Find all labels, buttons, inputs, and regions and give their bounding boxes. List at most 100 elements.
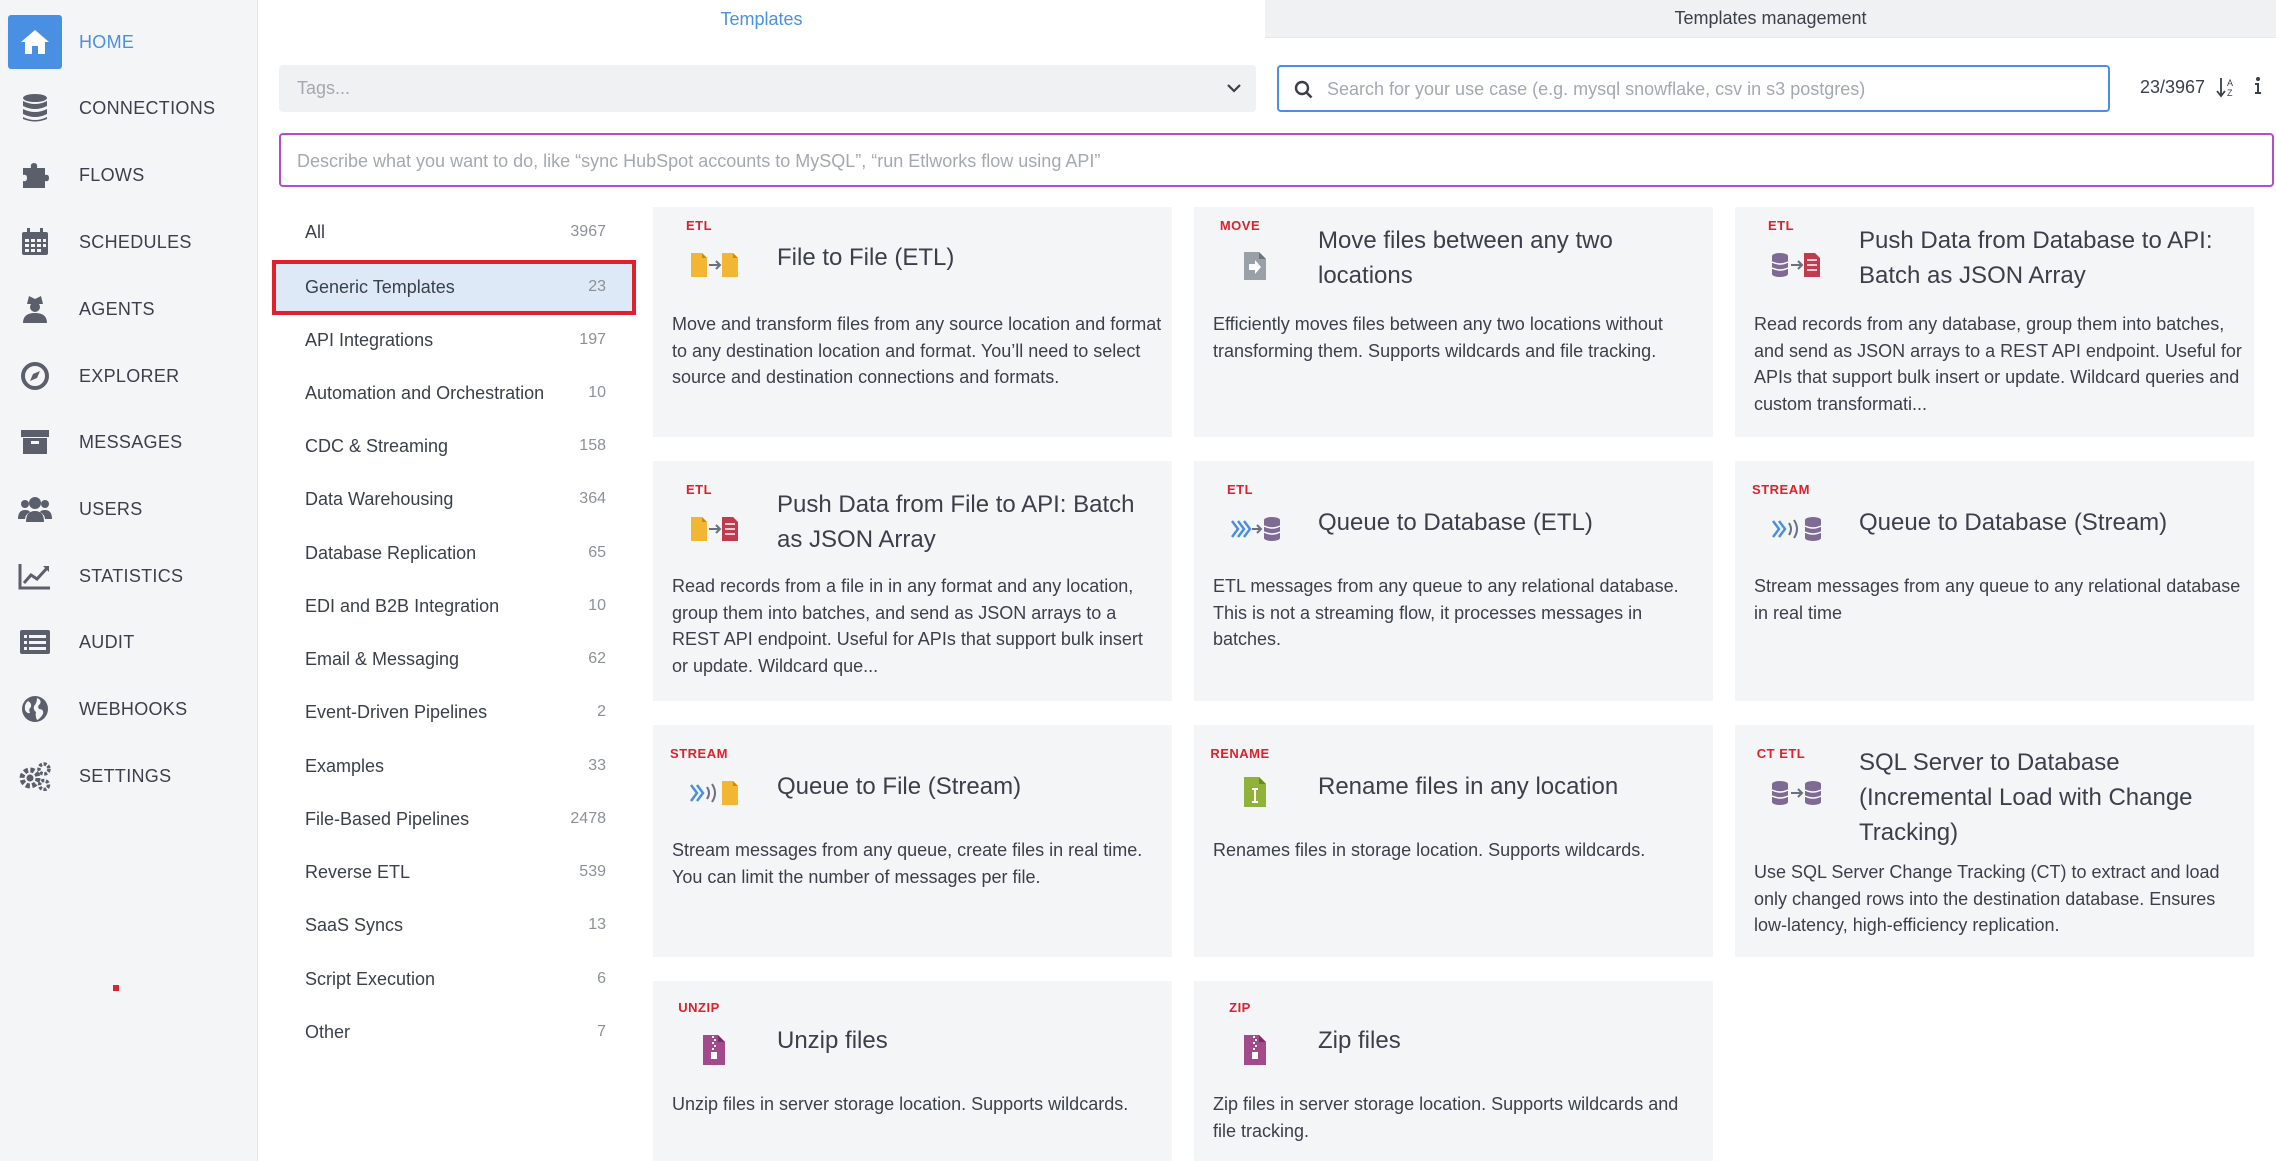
queue-to-file-icon [689, 779, 741, 812]
nav-settings-label: SETTINGS [79, 765, 172, 786]
card-title: Unzip files [777, 1027, 888, 1054]
template-card[interactable]: ETL Queue to Database (ETL) ETL messages… [1194, 461, 1713, 701]
category-label: Script Execution [305, 968, 436, 989]
nav-audit[interactable]: AUDIT [8, 615, 250, 669]
template-card[interactable]: UNZIP Unzip files Unzip files in server … [653, 981, 1172, 1161]
template-card[interactable]: ETL Push Data from File to API: Batch as… [653, 461, 1172, 701]
category-edi-b2b[interactable]: EDI and B2B Integration 10 [274, 579, 636, 633]
nav-home[interactable]: HOME [8, 15, 250, 69]
category-count: 6 [597, 970, 606, 987]
nav-webhooks-label: WEBHOOKS [79, 698, 188, 719]
card-description: Use SQL Server Change Tracking (CT) to e… [1754, 862, 2220, 935]
category-file-based[interactable]: File-Based Pipelines 2478 [274, 792, 636, 846]
category-data-warehousing[interactable]: Data Warehousing 364 [274, 472, 636, 526]
category-api-integrations[interactable]: API Integrations 197 [274, 313, 636, 367]
nav-agents[interactable]: AGENTS [8, 282, 250, 336]
nav-webhooks[interactable]: WEBHOOKS [8, 682, 250, 736]
category-count: 33 [588, 757, 606, 774]
nav-flows-label: FLOWS [79, 164, 145, 185]
card-tag: STREAM [1752, 482, 1810, 497]
category-label: Email & Messaging [305, 648, 460, 669]
nav-statistics[interactable]: STATISTICS [8, 549, 250, 603]
card-title: SQL Server to Database (Incremental Load… [1859, 749, 2193, 846]
card-tag: ETL [685, 482, 713, 497]
card-title: Zip files [1318, 1027, 1401, 1054]
category-label: Database Replication [305, 542, 477, 563]
nav-schedules-label: SCHEDULES [79, 231, 192, 252]
category-reverse-etl[interactable]: Reverse ETL 539 [274, 845, 636, 899]
card-description: Stream messages from any queue, create f… [672, 840, 1143, 887]
nav-connections[interactable]: CONNECTIONS [8, 81, 250, 135]
template-card[interactable]: ETL Push Data from Database to API: Batc… [1735, 207, 2254, 437]
template-card[interactable]: MOVE Move files between any two location… [1194, 207, 1713, 437]
card-tag: UNZIP [678, 1000, 720, 1015]
category-event-driven[interactable]: Event-Driven Pipelines 2 [274, 685, 636, 739]
category-generic-templates[interactable]: Generic Templates 23 [274, 260, 636, 314]
category-label: Event-Driven Pipelines [305, 701, 488, 722]
info-icon[interactable] [2253, 76, 2263, 101]
card-description: Renames files in storage location. Suppo… [1213, 840, 1646, 860]
nav-settings[interactable]: SETTINGS [8, 749, 250, 803]
template-card[interactable]: RENAME Rename files in any location Rena… [1194, 725, 1713, 957]
home-icon [8, 15, 62, 69]
card-tag: MOVE [1219, 218, 1261, 233]
search-icon [1294, 80, 1313, 104]
describe-field[interactable] [279, 133, 2274, 187]
card-tag: ZIP [1229, 1000, 1251, 1015]
category-label: SaaS Syncs [305, 914, 404, 935]
template-card[interactable]: ZIP Zip files Zip files in server storag… [1194, 981, 1713, 1161]
category-count: 539 [579, 863, 606, 880]
tags-select[interactable]: Tags... [279, 65, 1256, 112]
category-automation[interactable]: Automation and Orchestration 10 [274, 366, 636, 420]
card-description: Read records from a file in in any forma… [672, 576, 1143, 676]
nav-statistics-label: STATISTICS [79, 565, 184, 586]
category-saas-syncs[interactable]: SaaS Syncs 13 [274, 898, 636, 952]
nav-flows[interactable]: FLOWS [8, 148, 250, 202]
search-field[interactable] [1277, 65, 2110, 112]
database-to-database-icon [1771, 779, 1823, 812]
category-label: Other [305, 1021, 351, 1042]
category-count: 197 [579, 331, 606, 348]
template-card[interactable]: CT ETL SQL Server to Database (Increment… [1735, 725, 2254, 957]
card-description: Read records from any database, group th… [1754, 314, 2242, 414]
search-input[interactable] [1327, 75, 2087, 103]
rename-file-icon [1242, 775, 1268, 814]
category-label: CDC & Streaming [305, 435, 449, 456]
category-label: Examples [305, 755, 385, 776]
template-card[interactable]: ETL File to File (ETL) Move and transfor… [653, 207, 1172, 437]
nav-messages[interactable]: MESSAGES [8, 415, 250, 469]
category-examples[interactable]: Examples 33 [274, 739, 636, 793]
category-other[interactable]: Other 7 [274, 1005, 636, 1059]
card-tag: CT ETL [1756, 746, 1806, 761]
chevron-down-icon [1226, 80, 1242, 101]
nav-schedules[interactable]: SCHEDULES [8, 215, 250, 269]
sort-alpha-icon[interactable]: AZ [2216, 76, 2238, 103]
category-script-execution[interactable]: Script Execution 6 [274, 952, 636, 1006]
nav-explorer[interactable]: EXPLORER [8, 349, 250, 403]
category-database-replication[interactable]: Database Replication 65 [274, 526, 636, 580]
tab-templates-management[interactable]: Templates management [1265, 0, 2276, 38]
globe-icon [8, 682, 62, 736]
template-card[interactable]: STREAM Queue to File (Stream) Stream mes… [653, 725, 1172, 957]
file-to-api-icon [689, 515, 741, 548]
category-count: 2478 [570, 810, 606, 827]
tab-templates[interactable]: Templates [258, 0, 1265, 38]
category-all[interactable]: All 3967 [274, 205, 636, 259]
template-card[interactable]: STREAM Queue to Database (Stream) Stream… [1735, 461, 2254, 701]
nav-home-label: HOME [79, 31, 135, 52]
category-cdc-streaming[interactable]: CDC & Streaming 158 [274, 419, 636, 473]
category-count: 10 [588, 384, 606, 401]
card-description: Efficiently moves files between any two … [1213, 314, 1663, 361]
file-to-file-icon [689, 251, 741, 284]
category-count: 62 [588, 650, 606, 667]
category-label: API Integrations [305, 329, 434, 350]
describe-input[interactable] [297, 147, 2247, 175]
database-icon [8, 81, 62, 135]
card-tag: ETL [685, 218, 713, 233]
sidebar: HOME CONNECTIONS FLOWS SCHEDULES AGENTS [0, 0, 258, 1161]
category-count: 2 [597, 703, 606, 720]
category-count: 158 [579, 437, 606, 454]
nav-users[interactable]: USERS [8, 482, 250, 536]
category-email-messaging[interactable]: Email & Messaging 62 [274, 632, 636, 686]
card-title: Move files between any two locations [1318, 227, 1613, 289]
